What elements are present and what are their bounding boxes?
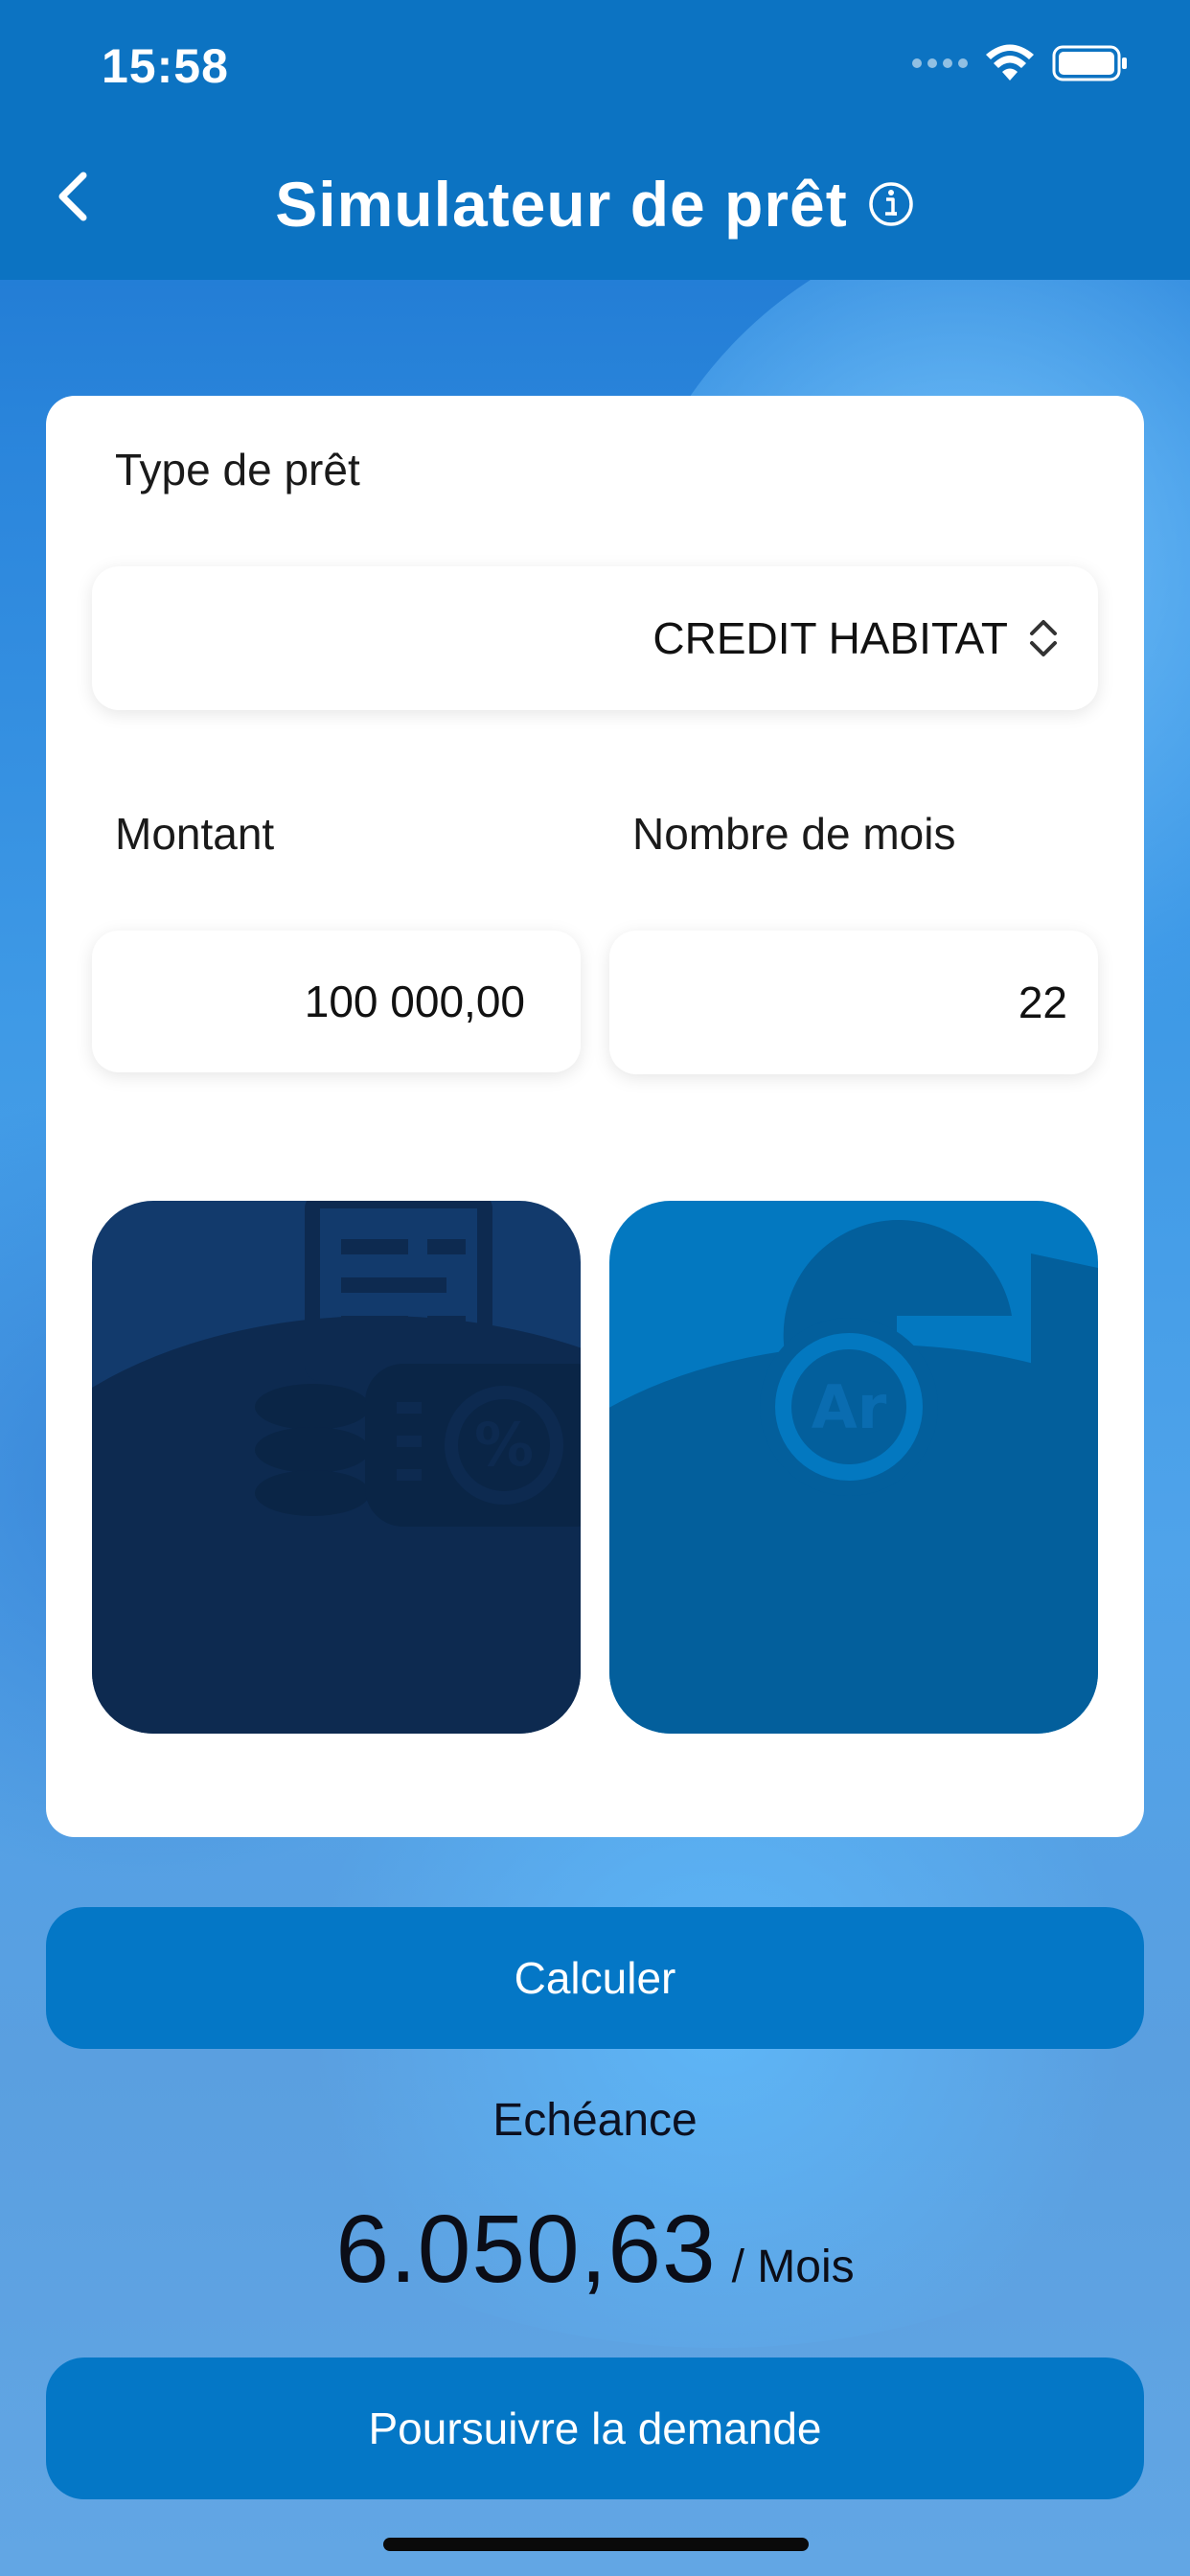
loan-type-value: CREDIT HABITAT: [652, 613, 1008, 663]
continue-request-button[interactable]: Poursuivre la demande: [46, 2358, 1144, 2499]
coins-percent-document-icon: %: [92, 1201, 581, 1734]
loan-form-card: Type de prêt CREDIT HABITAT Montant Nomb…: [46, 396, 1144, 1837]
calculate-button[interactable]: Calculer: [46, 1907, 1144, 2049]
loan-option-tile-left[interactable]: %: [92, 1201, 581, 1734]
installment-result: 6.050,63 / Mois: [0, 2195, 1190, 2305]
header-bar: 15:58 Simulateur de prêt: [0, 0, 1190, 280]
home-indicator: [383, 2538, 809, 2551]
loan-type-select[interactable]: CREDIT HABITAT: [92, 566, 1098, 710]
installment-label: Echéance: [492, 2095, 698, 2146]
amount-value: 100 000,00: [304, 977, 525, 1026]
installment-unit: / Mois: [731, 2242, 855, 2292]
months-label: Nombre de mois: [632, 809, 956, 859]
svg-text:Ar: Ar: [812, 1372, 887, 1442]
amount-label: Montant: [115, 809, 275, 859]
battery-icon: [1052, 45, 1127, 81]
ariary-coin-chart-icon: Ar: [609, 1220, 1098, 1734]
info-icon[interactable]: [867, 180, 915, 228]
status-icons: [912, 40, 1129, 86]
svg-text:%: %: [474, 1410, 534, 1480]
page-title: Simulateur de prêt: [275, 169, 848, 240]
status-time: 15:58: [102, 39, 229, 93]
cellular-signal-icon: [912, 58, 968, 68]
months-input[interactable]: 22: [609, 931, 1098, 1074]
months-value: 22: [1018, 978, 1067, 1027]
wifi-icon: [986, 44, 1034, 80]
loan-type-label: Type de prêt: [115, 445, 360, 494]
installment-value: 6.050,63: [335, 2196, 717, 2303]
loan-option-tile-right[interactable]: Ar: [609, 1201, 1098, 1734]
page-title-group: Simulateur de prêt: [0, 161, 1190, 247]
amount-input[interactable]: 100 000,00: [92, 931, 581, 1072]
chevron-up-down-icon: [1030, 620, 1057, 656]
